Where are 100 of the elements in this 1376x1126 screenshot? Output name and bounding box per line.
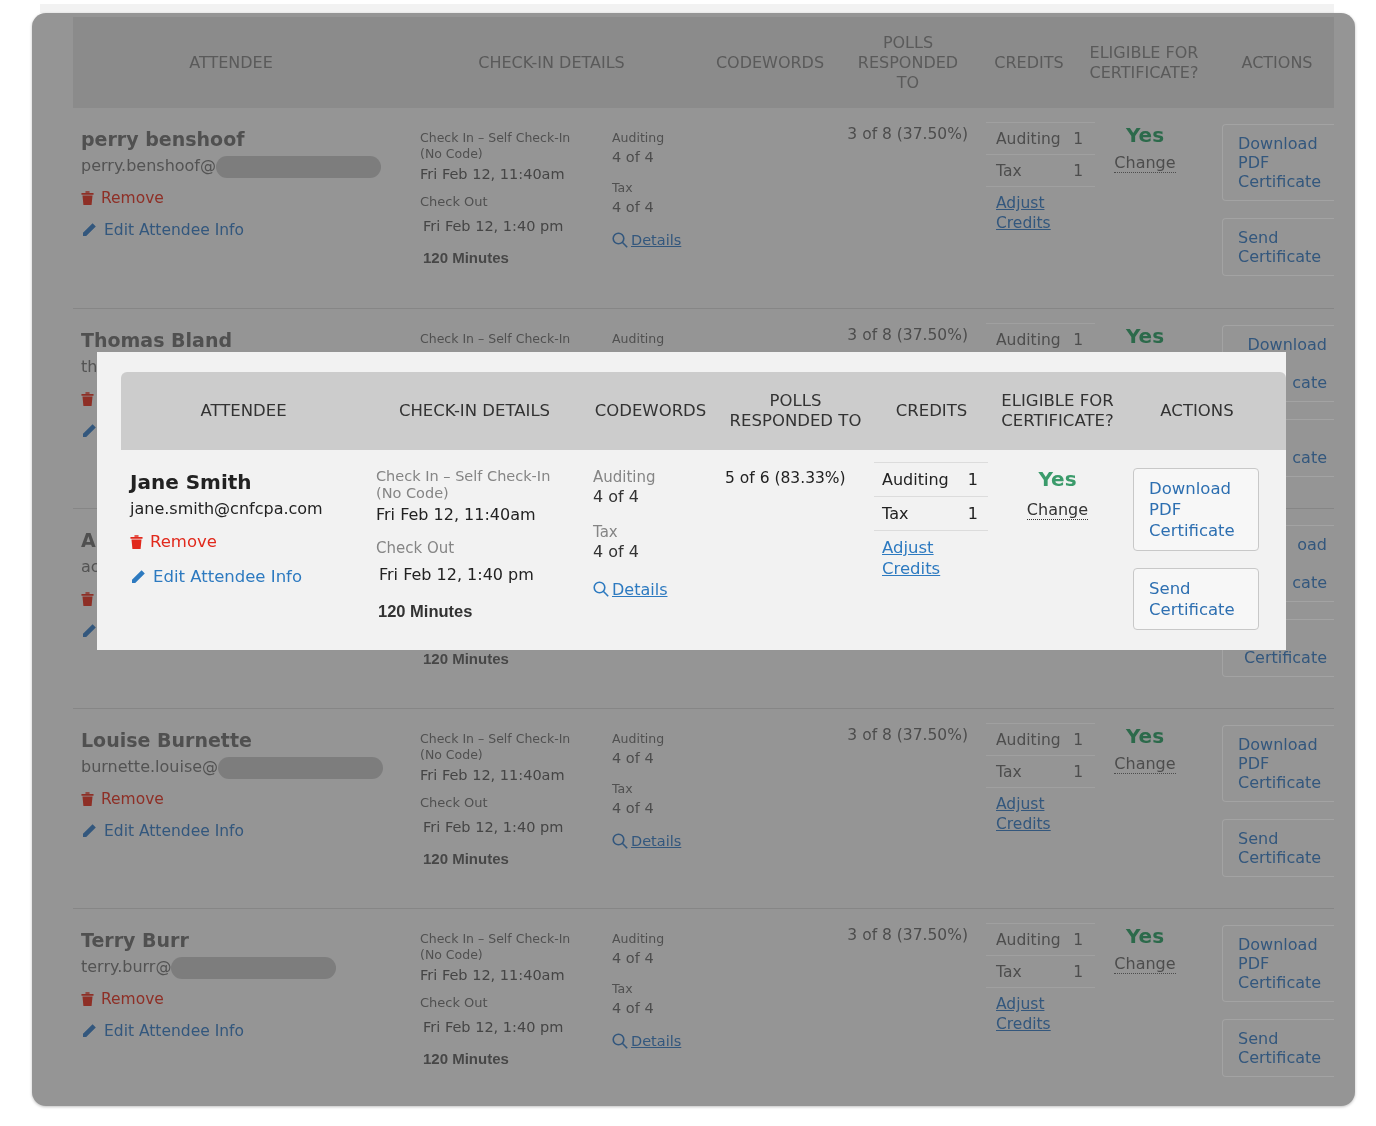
check-in-note: (No Code) (420, 146, 483, 161)
eligible-status: Yes (1125, 123, 1165, 147)
check-in-time: Fri Feb 12, 11:40am (376, 505, 536, 524)
duration-text: 120 Minutes (378, 602, 473, 620)
check-out-label: Check Out (420, 194, 488, 209)
download-certificate-button[interactable]: Download PDF Certificate (1133, 468, 1259, 551)
pencil-icon (81, 222, 97, 238)
change-link[interactable]: Change (1114, 954, 1176, 974)
download-certificate-button[interactable]: Download PDF Certificate (1222, 925, 1334, 1002)
trash-icon (81, 391, 94, 407)
check-in-time: Fri Feb 12, 11:40am (420, 166, 565, 182)
change-link[interactable]: Change (1114, 754, 1176, 774)
codeword-label: Tax (612, 180, 633, 195)
credit-value: 1 (1073, 330, 1083, 349)
credit-value: 1 (967, 504, 978, 523)
duration-text: 120 Minutes (423, 650, 509, 667)
details-link[interactable]: Details (631, 833, 682, 849)
check-in-note: (No Code) (376, 485, 449, 501)
pencil-icon (81, 623, 97, 639)
credit-name: Tax (996, 962, 1022, 981)
edit-link[interactable]: Edit Attendee Info (81, 1019, 244, 1043)
column-header: ATTENDEE (199, 401, 288, 421)
column-header: ACTIONS (1159, 401, 1235, 421)
codeword-label: Tax (612, 981, 633, 996)
send-certificate-button[interactable]: Send Certificate (1222, 1019, 1334, 1077)
pencil-icon (81, 1023, 97, 1039)
search-icon (612, 833, 628, 849)
polls-text: 3 of 8 (37.50%) (847, 326, 968, 344)
check-in-label: Check In – Self Check-In (376, 468, 551, 484)
column-header: CHECK-IN DETAILS (397, 401, 552, 421)
codeword-count: 4 of 4 (612, 1000, 654, 1016)
check-in-note: (No Code) (420, 747, 483, 762)
credit-value: 1 (1073, 762, 1083, 781)
polls-text: 3 of 8 (37.50%) (847, 926, 968, 944)
codeword-label: Tax (612, 781, 633, 796)
check-in-note: (No Code) (420, 947, 483, 962)
trash-icon (81, 190, 94, 206)
duration-text: 120 Minutes (423, 1050, 509, 1067)
search-icon (612, 232, 628, 248)
credit-name: Tax (882, 504, 909, 523)
attendee-email: jane.smith@cnfcpa.com (130, 499, 323, 518)
check-out-time: Fri Feb 12, 1:40 pm (423, 218, 564, 234)
codeword-label: Auditing (612, 331, 665, 346)
eligible-status: Yes (1125, 324, 1165, 348)
credit-name: Auditing (996, 330, 1061, 349)
codeword-count: 4 of 4 (593, 487, 639, 506)
codeword-count: 4 of 4 (593, 542, 639, 561)
remove-link[interactable]: Remove (81, 787, 164, 811)
credit-value: 1 (1073, 129, 1083, 148)
adjust-credits-link[interactable]: Adjust Credits (996, 994, 1051, 1034)
credit-name: Tax (996, 762, 1022, 781)
edit-link[interactable]: Edit Attendee Info (130, 565, 302, 589)
remove-link[interactable]: Remove (130, 530, 217, 554)
credit-value: 1 (1073, 730, 1083, 749)
credit-value: 1 (967, 470, 978, 489)
change-link[interactable]: Change (1114, 153, 1176, 173)
pencil-icon (81, 423, 97, 439)
codeword-count: 4 of 4 (612, 800, 654, 816)
details-link[interactable]: Details (631, 1033, 682, 1049)
check-in-label: Check In – Self Check-In (420, 331, 571, 346)
check-in-label: Check In – Self Check-In (420, 130, 571, 145)
download-certificate-button[interactable]: Download PDF Certificate (1222, 725, 1334, 802)
check-out-label: Check Out (420, 795, 488, 810)
send-certificate-button[interactable]: Send Certificate (1133, 568, 1259, 630)
codeword-count: 4 of 4 (612, 199, 654, 215)
adjust-credits-link[interactable]: Adjust Credits (996, 193, 1051, 233)
credit-name: Auditing (882, 470, 949, 489)
column-header: ELIGIBLE FOR CERTIFICATE? (1000, 391, 1115, 431)
trash-icon (81, 591, 94, 607)
remove-link[interactable]: Remove (81, 186, 164, 210)
change-link[interactable]: Change (1026, 500, 1089, 520)
column-header: CREDITS (894, 401, 969, 421)
codeword-label: Tax (593, 523, 618, 541)
polls-text: 5 of 6 (83.33%) (725, 469, 846, 487)
credit-value: 1 (1073, 930, 1083, 949)
column-header: POLLS RESPONDED TO (728, 391, 863, 431)
send-certificate-button[interactable]: Send Certificate (1222, 218, 1334, 276)
column-header: CODEWORDS (593, 401, 708, 421)
adjust-credits-link[interactable]: Adjust Credits (882, 537, 941, 579)
edit-link[interactable]: Edit Attendee Info (81, 218, 244, 242)
details-link[interactable]: Details (612, 579, 668, 599)
adjust-credits-link[interactable]: Adjust Credits (996, 794, 1051, 834)
remove-link[interactable]: Remove (81, 987, 164, 1011)
send-certificate-button[interactable]: Send Certificate (1222, 819, 1334, 877)
codeword-label: Auditing (593, 468, 656, 486)
attendee-name: Terry Burr (81, 929, 189, 951)
codeword-label: Auditing (612, 130, 665, 145)
download-certificate-button[interactable]: Download PDF Certificate (1222, 124, 1334, 201)
duration-text: 120 Minutes (423, 850, 509, 867)
eligible-status: Yes (1125, 724, 1165, 748)
check-out-time: Fri Feb 12, 1:40 pm (423, 819, 564, 835)
check-in-label: Check In – Self Check-In (420, 731, 571, 746)
details-link[interactable]: Details (631, 232, 682, 248)
attendee-email: terry.burr@ (81, 957, 172, 976)
check-in-time: Fri Feb 12, 11:40am (420, 967, 565, 983)
eligible-status: Yes (1038, 467, 1077, 491)
check-in-time: Fri Feb 12, 11:40am (420, 767, 565, 783)
edit-link[interactable]: Edit Attendee Info (81, 819, 244, 843)
trash-icon (130, 534, 143, 550)
check-out-time: Fri Feb 12, 1:40 pm (423, 1019, 564, 1035)
